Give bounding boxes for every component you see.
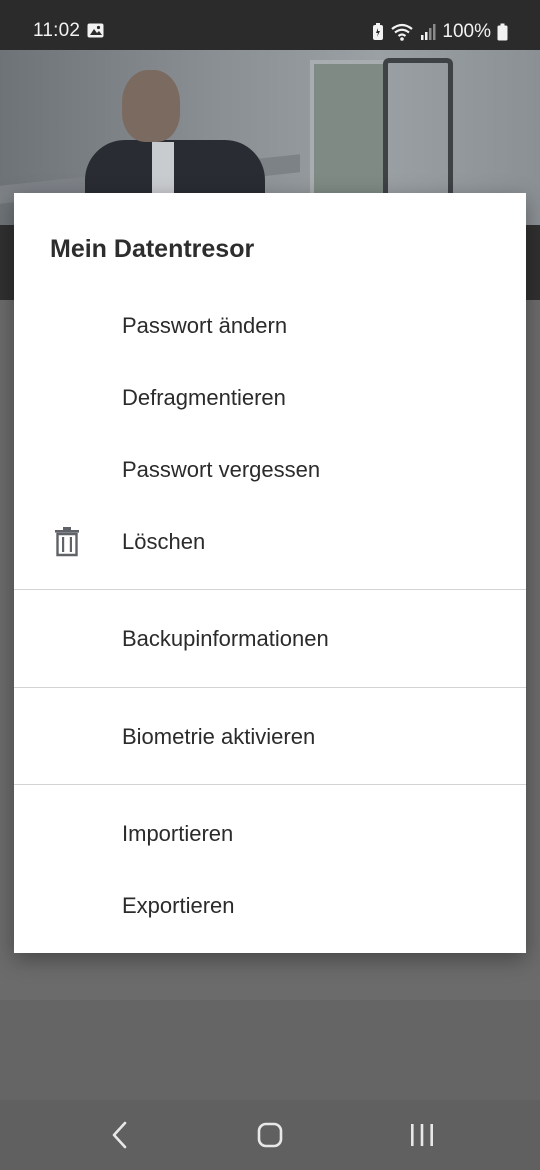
divider [14, 589, 526, 590]
navigation-bar [0, 1100, 540, 1170]
status-icons: 100% [372, 20, 508, 44]
menu-item-label: Biometrie aktivieren [122, 724, 316, 749]
status-bar: 11:02 100% [0, 0, 540, 50]
menu-item-defragment[interactable]: Defragmentieren [14, 362, 526, 434]
menu-item-label: Importieren [122, 821, 234, 846]
divider [14, 687, 526, 688]
wifi-icon [391, 23, 414, 41]
menu-item-label: Defragmentieren [122, 385, 286, 410]
menu-item-label: Exportieren [122, 893, 235, 918]
gallery-notification-icon [87, 23, 104, 38]
menu-item-backup-info[interactable]: Backupinformationen [14, 603, 526, 675]
status-time: 11:02 [33, 20, 81, 41]
menu-item-enable-biometrics[interactable]: Biometrie aktivieren [14, 701, 526, 773]
menu-item-label: Löschen [122, 529, 206, 554]
home-icon[interactable] [255, 1120, 285, 1150]
menu-item-delete[interactable]: Löschen [14, 506, 526, 578]
menu-item-label: Passwort vergessen [122, 457, 321, 482]
divider [14, 784, 526, 785]
signal-icon [421, 24, 436, 40]
battery-icon [497, 23, 508, 41]
trash-icon [55, 527, 79, 557]
battery-saver-icon [373, 23, 384, 40]
recent-apps-icon[interactable] [407, 1120, 437, 1150]
menu-item-export[interactable]: Exportieren [14, 870, 526, 942]
menu-item-forgot-password[interactable]: Passwort vergessen [14, 434, 526, 506]
menu-item-label: Backupinformationen [122, 626, 329, 651]
menu-item-change-password[interactable]: Passwort ändern [14, 290, 526, 362]
battery-percent: 100% [442, 21, 491, 42]
background-content [0, 1000, 540, 1100]
vault-options-dialog: Mein Datentresor Passwort ändern Defragm… [14, 193, 526, 953]
menu-item-import[interactable]: Importieren [14, 798, 526, 870]
menu-item-label: Passwort ändern [122, 313, 288, 338]
dialog-title: Mein Datentresor [50, 235, 255, 263]
back-icon[interactable] [105, 1120, 135, 1150]
